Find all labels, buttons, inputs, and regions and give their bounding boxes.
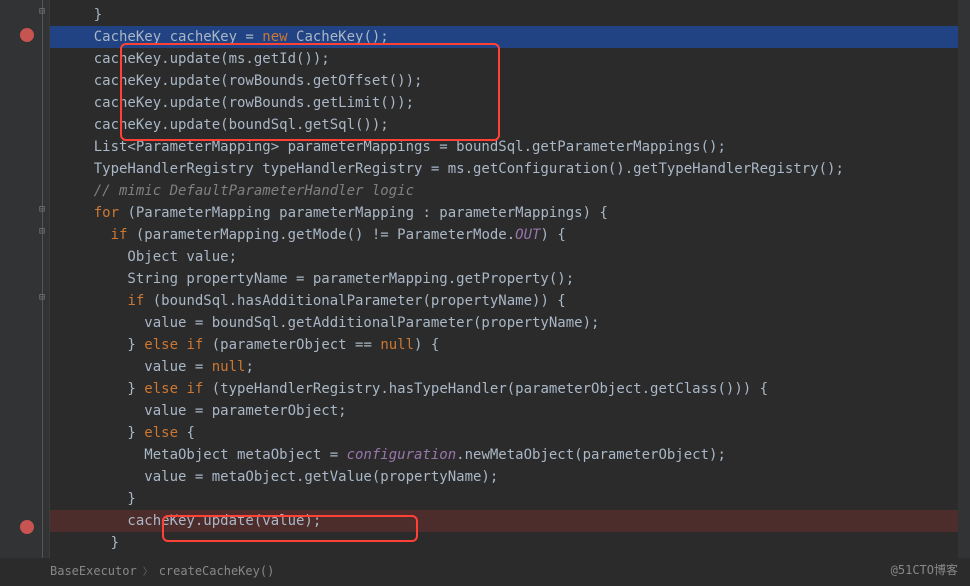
fold-guide	[42, 0, 43, 558]
code-line[interactable]: value = boundSql.getAdditionalParameter(…	[50, 312, 970, 334]
code-line[interactable]: cacheKey.update(ms.getId());	[50, 48, 970, 70]
code-line[interactable]: value = parameterObject;	[50, 400, 970, 422]
code-line[interactable]: } else if (typeHandlerRegistry.hasTypeHa…	[50, 378, 970, 400]
code-editor[interactable]: ⊟ ⊟ ⊟ ⊟ } CacheKey cacheKey = new CacheK…	[0, 0, 970, 558]
code-line[interactable]: }	[50, 488, 970, 510]
watermark: @51CTO博客	[891, 561, 958, 578]
breadcrumb[interactable]: BaseExecutor 〉 createCacheKey()	[50, 563, 274, 578]
code-line[interactable]: value = null;	[50, 356, 970, 378]
chevron-right-icon: 〉	[143, 563, 153, 578]
code-line[interactable]: cacheKey.update(rowBounds.getOffset());	[50, 70, 970, 92]
code-line[interactable]: for (ParameterMapping parameterMapping :…	[50, 202, 970, 224]
code-line[interactable]: } else {	[50, 422, 970, 444]
scrollbar[interactable]	[958, 0, 970, 558]
code-line-highlighted[interactable]: cacheKey.update(value);	[50, 510, 970, 532]
code-line[interactable]: cacheKey.update(boundSql.getSql());	[50, 114, 970, 136]
breadcrumb-method[interactable]: createCacheKey()	[159, 564, 275, 578]
code-line[interactable]: Object value;	[50, 246, 970, 268]
fold-toggle-icon[interactable]: ⊟	[36, 226, 48, 238]
code-line[interactable]: if (boundSql.hasAdditionalParameter(prop…	[50, 290, 970, 312]
code-area[interactable]: } CacheKey cacheKey = new CacheKey(); ca…	[50, 0, 970, 558]
code-line-highlighted[interactable]: CacheKey cacheKey = new CacheKey();	[50, 26, 970, 48]
fold-toggle-icon[interactable]: ⊟	[36, 292, 48, 304]
code-line[interactable]: // mimic DefaultParameterHandler logic	[50, 180, 970, 202]
code-line[interactable]: String propertyName = parameterMapping.g…	[50, 268, 970, 290]
code-line[interactable]: }	[50, 532, 970, 554]
code-line[interactable]: MetaObject metaObject = configuration.ne…	[50, 444, 970, 466]
breakpoint-icon[interactable]	[20, 520, 34, 534]
code-line[interactable]: }	[50, 4, 970, 26]
code-line[interactable]: value = metaObject.getValue(propertyName…	[50, 466, 970, 488]
code-line[interactable]: cacheKey.update(rowBounds.getLimit());	[50, 92, 970, 114]
code-line[interactable]: List<ParameterMapping> parameterMappings…	[50, 136, 970, 158]
fold-toggle-icon[interactable]: ⊟	[36, 204, 48, 216]
code-line[interactable]: if (parameterMapping.getMode() != Parame…	[50, 224, 970, 246]
gutter: ⊟ ⊟ ⊟ ⊟	[0, 0, 50, 558]
fold-toggle-icon[interactable]: ⊟	[36, 6, 48, 18]
code-line[interactable]: } else if (parameterObject == null) {	[50, 334, 970, 356]
code-line[interactable]: TypeHandlerRegistry typeHandlerRegistry …	[50, 158, 970, 180]
breadcrumb-class[interactable]: BaseExecutor	[50, 564, 137, 578]
breakpoint-icon[interactable]	[20, 28, 34, 42]
